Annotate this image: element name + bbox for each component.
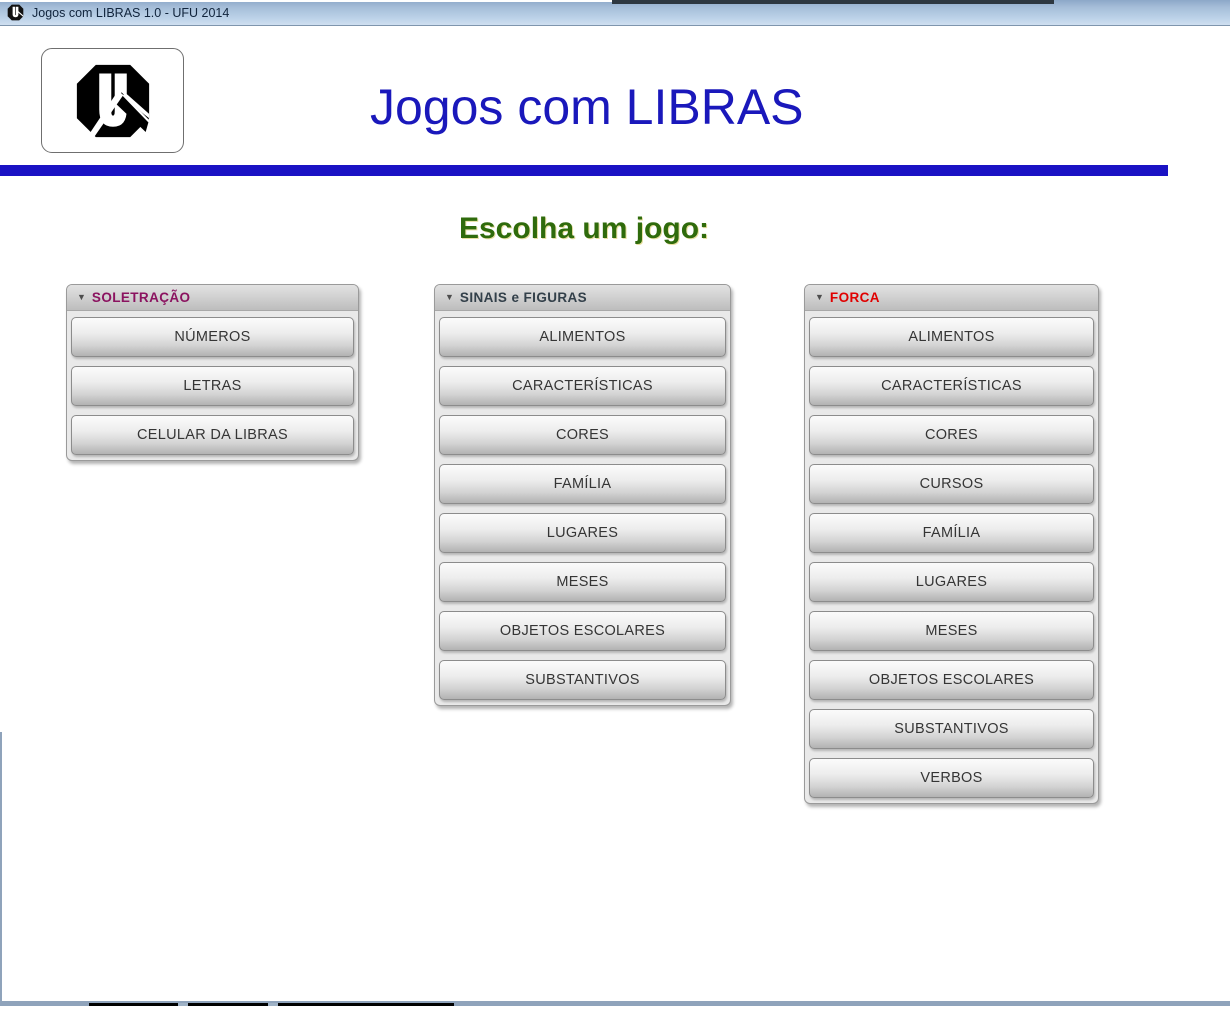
panel-forca: ▼ FORCA ALIMENTOS CARACTERÍSTICAS CORES …	[804, 284, 1099, 804]
header-divider-rule	[0, 165, 1168, 176]
game-button-substantivos[interactable]: SUBSTANTIVOS	[809, 709, 1094, 749]
section-title: Escolha um jogo:	[458, 212, 710, 245]
game-button-objetos-escolares[interactable]: OBJETOS ESCOLARES	[809, 660, 1094, 700]
panel-sinais-e-figuras: ▼ SINAIS e FIGURAS ALIMENTOS CARACTERÍST…	[434, 284, 731, 706]
panel-soletracao: ▼ SOLETRAÇÃO NÚMEROS LETRAS CELULAR DA L…	[66, 284, 359, 461]
game-button-alimentos[interactable]: ALIMENTOS	[809, 317, 1094, 357]
game-button-caracteristicas[interactable]: CARACTERÍSTICAS	[809, 366, 1094, 406]
panel-header-sinais-e-figuras[interactable]: ▼ SINAIS e FIGURAS	[435, 285, 730, 311]
panel-header-forca[interactable]: ▼ FORCA	[805, 285, 1098, 311]
window-title-bar[interactable]: Jogos com LIBRAS 1.0 - UFU 2014	[0, 0, 1230, 26]
ufu-logo-badge	[41, 48, 184, 153]
panel-header-soletracao[interactable]: ▼ SOLETRAÇÃO	[67, 285, 358, 311]
game-button-numeros[interactable]: NÚMEROS	[71, 317, 354, 357]
page-title: Jogos com LIBRAS	[370, 79, 804, 135]
panel-title-forca: FORCA	[829, 290, 880, 305]
game-button-celular-da-libras[interactable]: CELULAR DA LIBRAS	[71, 415, 354, 455]
chevron-down-icon: ▼	[77, 292, 86, 302]
window-bottom-fill	[0, 1006, 1230, 1014]
game-button-cores[interactable]: CORES	[809, 415, 1094, 455]
panel-title-sinais-e-figuras: SINAIS e FIGURAS	[459, 290, 588, 305]
game-button-familia[interactable]: FAMÍLIA	[809, 513, 1094, 553]
panel-body-forca: ALIMENTOS CARACTERÍSTICAS CORES CURSOS F…	[809, 311, 1094, 798]
game-button-substantivos[interactable]: SUBSTANTIVOS	[439, 660, 726, 700]
window-title-text: Jogos com LIBRAS 1.0 - UFU 2014	[32, 5, 230, 20]
titlebar-top-white-stripe	[0, 0, 612, 2]
game-button-verbos[interactable]: VERBOS	[809, 758, 1094, 798]
game-button-familia[interactable]: FAMÍLIA	[439, 464, 726, 504]
game-button-meses[interactable]: MESES	[809, 611, 1094, 651]
game-button-objetos-escolares[interactable]: OBJETOS ESCOLARES	[439, 611, 726, 651]
game-button-alimentos[interactable]: ALIMENTOS	[439, 317, 726, 357]
chevron-down-icon: ▼	[445, 292, 454, 302]
panel-body-sinais-e-figuras: ALIMENTOS CARACTERÍSTICAS CORES FAMÍLIA …	[439, 311, 726, 700]
game-button-lugares[interactable]: LUGARES	[809, 562, 1094, 602]
panel-body-soletracao: NÚMEROS LETRAS CELULAR DA LIBRAS	[71, 311, 354, 455]
game-button-meses[interactable]: MESES	[439, 562, 726, 602]
window-left-border-upper	[0, 26, 2, 732]
game-button-cores[interactable]: CORES	[439, 415, 726, 455]
titlebar-top-dark-stripe	[612, 0, 1054, 4]
game-button-lugares[interactable]: LUGARES	[439, 513, 726, 553]
game-button-caracteristicas[interactable]: CARACTERÍSTICAS	[439, 366, 726, 406]
chevron-down-icon: ▼	[815, 292, 824, 302]
game-button-letras[interactable]: LETRAS	[71, 366, 354, 406]
ufu-logo-icon	[7, 4, 24, 21]
panel-title-soletracao: SOLETRAÇÃO	[91, 290, 191, 305]
game-button-cursos[interactable]: CURSOS	[809, 464, 1094, 504]
ufu-logo-icon	[76, 64, 150, 137]
